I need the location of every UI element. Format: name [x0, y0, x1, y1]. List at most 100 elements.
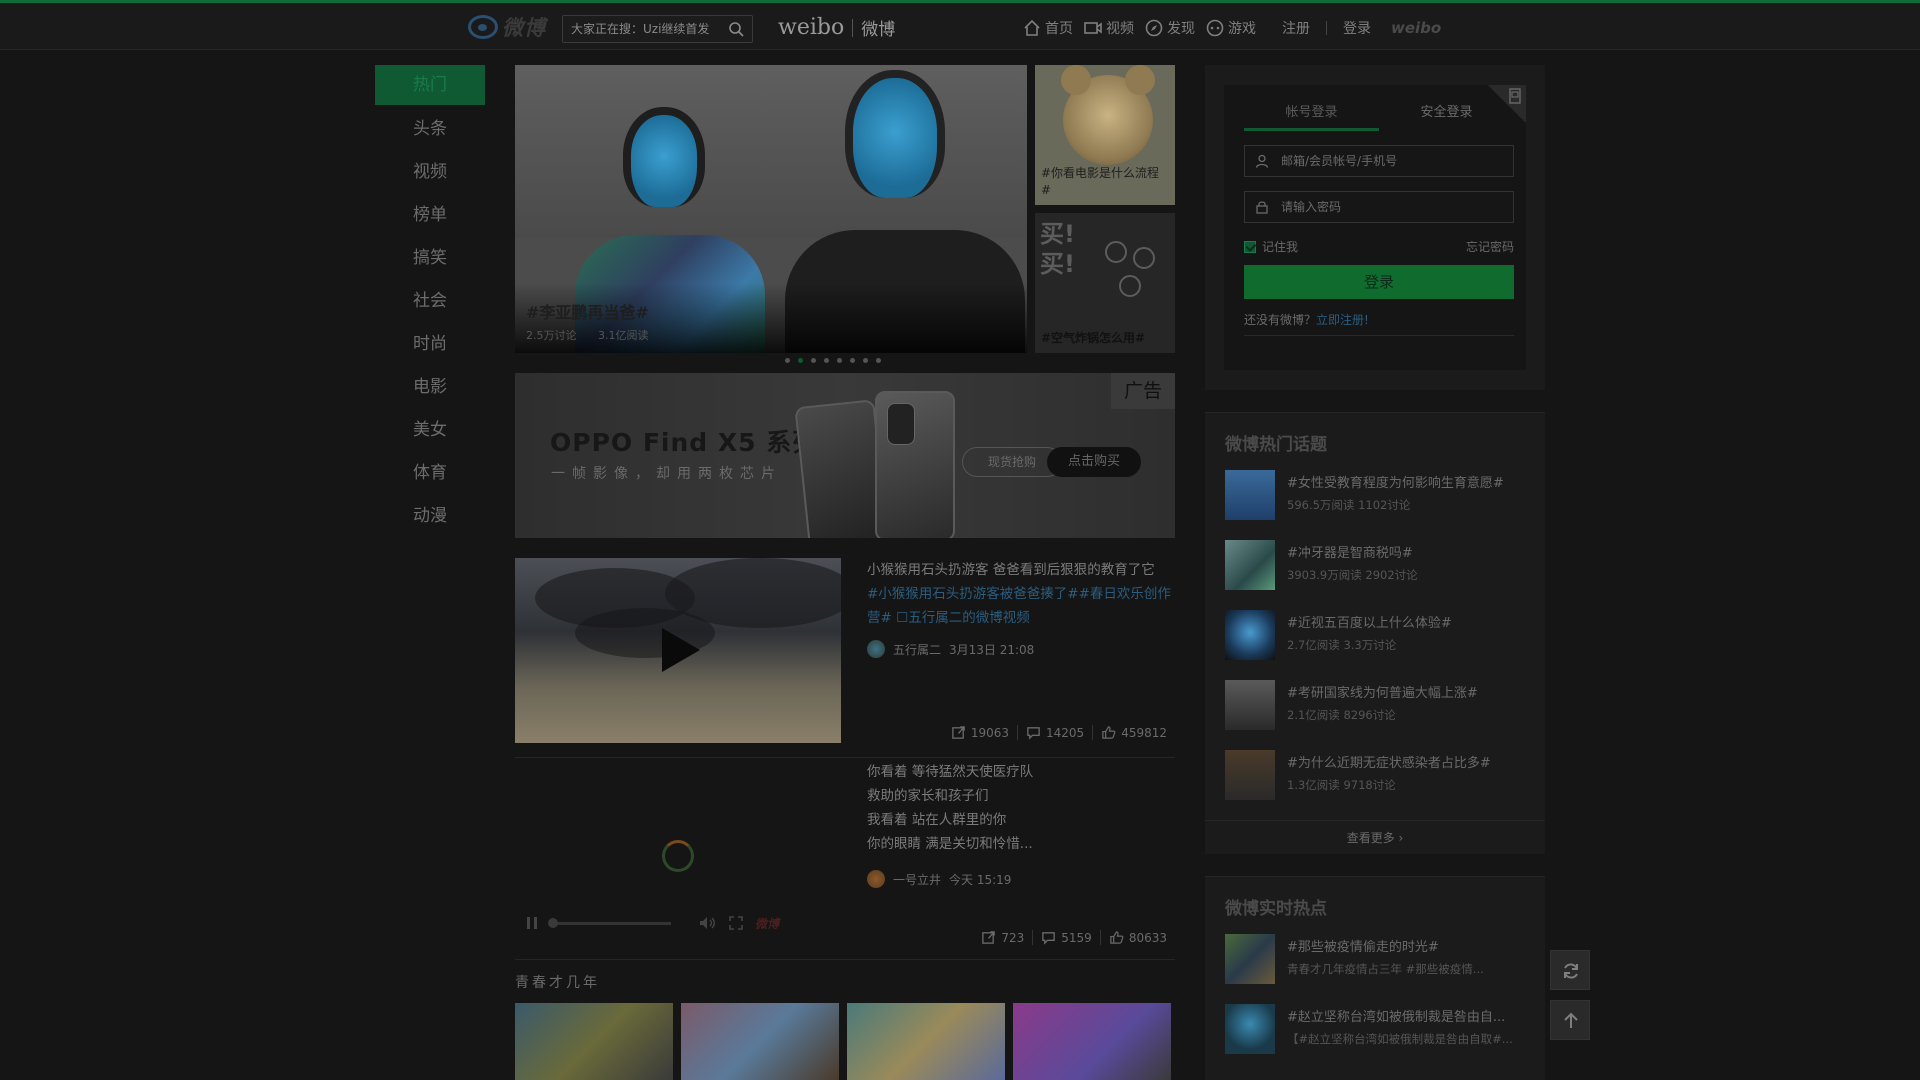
- carousel-dot[interactable]: [863, 358, 868, 363]
- comment-button[interactable]: 14205: [1017, 725, 1092, 740]
- password-input[interactable]: [1281, 199, 1501, 215]
- brand-wordmark: weibo 微博: [778, 15, 895, 40]
- home-icon: [1024, 19, 1040, 36]
- comment-button[interactable]: 5159: [1032, 930, 1100, 945]
- author-name[interactable]: 一号立井: [893, 871, 941, 888]
- carousel-dot-active[interactable]: [798, 358, 803, 363]
- ad-banner[interactable]: OPPO Find X5 系列 一帧影像，却用两枚芯片 现货抢购 点击购买 广告: [515, 373, 1175, 538]
- nav-video[interactable]: 视频: [1083, 18, 1134, 38]
- topic-thumbnail: [1225, 610, 1275, 660]
- category-item-anime[interactable]: 动漫: [375, 495, 485, 538]
- ad-title: OPPO Find X5 系列: [550, 428, 819, 457]
- hot-topic-item[interactable]: #为什么近期无症状感染者占比多# 1.3亿阅读 9718讨论: [1225, 750, 1535, 802]
- realtime-item[interactable]: #那些被疫情偷走的时光# 青春才几年疫情占三年 #那些被疫情...: [1225, 934, 1535, 986]
- register-now-link[interactable]: 立即注册!: [1316, 313, 1369, 327]
- thumbs-up-icon: [1110, 931, 1124, 944]
- video-tile[interactable]: [515, 1003, 673, 1080]
- like-button[interactable]: 80633: [1099, 930, 1175, 945]
- topic-title: #近视五百度以上什么体验#: [1287, 616, 1452, 631]
- author-name[interactable]: 五行属二: [893, 641, 941, 658]
- side-card-caption: #空气炸锅怎么用#: [1041, 331, 1146, 345]
- comment-count: 14205: [1046, 725, 1085, 740]
- forgot-password-link[interactable]: 忘记密码: [1466, 238, 1514, 255]
- feed-text: 小猴猴用石头扔游客 爸爸看到后狠狠的教育了它 #小猴猴用石头扔游客被爸爸揍了##…: [867, 558, 1177, 630]
- carousel-side-card-1[interactable]: #你看电影是什么流程#: [1035, 65, 1175, 205]
- hero-face-left: [623, 107, 705, 207]
- hot-topics-title: 微博热门话题: [1225, 435, 1327, 455]
- ad-buy-button[interactable]: 点击购买: [1047, 447, 1141, 477]
- login-tabs: 帐号登录 安全登录: [1244, 101, 1514, 131]
- comment-count: 5159: [1061, 930, 1092, 945]
- video-tile[interactable]: [1013, 1003, 1171, 1080]
- hot-topic-item[interactable]: #考研国家线为何普遍大幅上涨# 2.1亿阅读 8296讨论: [1225, 680, 1535, 732]
- category-item-movie[interactable]: 电影: [375, 366, 485, 409]
- remember-me-checkbox[interactable]: [1244, 240, 1256, 253]
- avatar[interactable]: [867, 640, 885, 658]
- category-item-funny[interactable]: 搞笑: [375, 237, 485, 280]
- category-nav: 热门 头条 视频 榜单 搞笑 社会 时尚 电影 美女 体育 动漫: [375, 65, 485, 538]
- progress-bar[interactable]: [548, 917, 671, 928]
- hot-topic-item[interactable]: #冲牙器是智商税吗# 3903.9万阅读 2902讨论: [1225, 540, 1535, 592]
- nav-discover[interactable]: 发现: [1144, 18, 1195, 38]
- view-more-link[interactable]: 查看更多 ›: [1205, 820, 1545, 854]
- carousel-dot[interactable]: [837, 358, 842, 363]
- feed-author: 一号立井 今天 15:19: [867, 870, 1011, 888]
- topic-stats: 青春才几年疫情占三年 #那些被疫情...: [1287, 962, 1484, 976]
- carousel-dot[interactable]: [850, 358, 855, 363]
- hot-topic-item[interactable]: #女性受教育程度为何影响生育意愿# 596.5万阅读 1102讨论: [1225, 470, 1535, 522]
- video-tile[interactable]: [681, 1003, 839, 1080]
- carousel-side-card-2[interactable]: 买! 买! #空气炸锅怎么用#: [1035, 213, 1175, 353]
- progress-handle[interactable]: [548, 917, 558, 928]
- pause-icon[interactable]: [525, 916, 539, 930]
- refresh-button[interactable]: [1550, 950, 1590, 990]
- tab-account-login[interactable]: 帐号登录: [1244, 101, 1379, 131]
- feed-hashtags[interactable]: #小猴猴用石头扔游客被爸爸揍了##春日欢乐创作营# ☐五行属二的微博视频: [867, 586, 1171, 626]
- feed-line: 救助的家长和孩子们: [867, 788, 989, 804]
- search-icon[interactable]: [728, 21, 744, 37]
- category-item-hot[interactable]: 热门: [375, 65, 485, 105]
- search-input[interactable]: [571, 21, 719, 37]
- category-item-ranking[interactable]: 榜单: [375, 194, 485, 237]
- avatar[interactable]: [867, 870, 885, 888]
- username-input[interactable]: [1281, 153, 1501, 169]
- top-bar: 微博 weibo 微博 首页 视频 发现 游戏 注册 登录 weibo: [0, 0, 1920, 50]
- ad-label: 广告: [1111, 373, 1175, 409]
- carousel-dot[interactable]: [876, 358, 881, 363]
- carousel-comments: 2.5万讨论: [526, 329, 577, 342]
- carousel-dot[interactable]: [824, 358, 829, 363]
- volume-icon[interactable]: [699, 916, 717, 930]
- topic-thumbnail: [1225, 680, 1275, 730]
- register-link[interactable]: 注册: [1282, 18, 1310, 38]
- repost-button[interactable]: 723: [973, 930, 1032, 945]
- feed-line[interactable]: 你的眼睛 满是关切和怜惜...: [867, 832, 1177, 856]
- repost-button[interactable]: 19063: [943, 725, 1017, 740]
- login-form: 帐号登录 安全登录 记住我 忘记密码 登录 还没有微博？立即注册!: [1224, 85, 1526, 370]
- feed-line: 我看着 站在人群里的你: [867, 812, 1007, 828]
- category-item-headlines[interactable]: 头条: [375, 108, 485, 151]
- video-tile[interactable]: [847, 1003, 1005, 1080]
- nav-home[interactable]: 首页: [1022, 18, 1073, 38]
- like-button[interactable]: 459812: [1092, 725, 1175, 740]
- category-item-video[interactable]: 视频: [375, 151, 485, 194]
- carousel-dot[interactable]: [811, 358, 816, 363]
- play-icon[interactable]: [662, 628, 700, 672]
- nav-games[interactable]: 游戏: [1205, 18, 1256, 38]
- weibo-logo[interactable]: 微博: [468, 12, 546, 42]
- hot-topic-item[interactable]: #近视五百度以上什么体验# 2.7亿阅读 3.3万讨论: [1225, 610, 1535, 662]
- carousel-main-slide[interactable]: #李亚鹏再当爸# 2.5万讨论 3.1亿阅读: [515, 65, 1027, 353]
- category-item-fashion[interactable]: 时尚: [375, 323, 485, 366]
- realtime-item[interactable]: #赵立坚称台湾如被俄制裁是咎由自... 【#赵立坚称台湾如被俄制裁是咎由自取#.…: [1225, 1004, 1535, 1056]
- back-to-top-button[interactable]: [1550, 1000, 1590, 1040]
- video-thumbnail[interactable]: [515, 558, 841, 743]
- video-player[interactable]: 微博: [515, 760, 841, 945]
- category-item-society[interactable]: 社会: [375, 280, 485, 323]
- remember-me: 记住我: [1244, 238, 1298, 255]
- fullscreen-icon[interactable]: [729, 916, 743, 930]
- category-item-sports[interactable]: 体育: [375, 452, 485, 495]
- category-item-beauty[interactable]: 美女: [375, 409, 485, 452]
- topic-stats: 596.5万阅读 1102讨论: [1287, 498, 1411, 512]
- tab-secure-login[interactable]: 安全登录: [1379, 101, 1514, 131]
- carousel-dot[interactable]: [785, 358, 790, 363]
- login-link[interactable]: 登录: [1343, 18, 1371, 38]
- login-button[interactable]: 登录: [1244, 265, 1514, 299]
